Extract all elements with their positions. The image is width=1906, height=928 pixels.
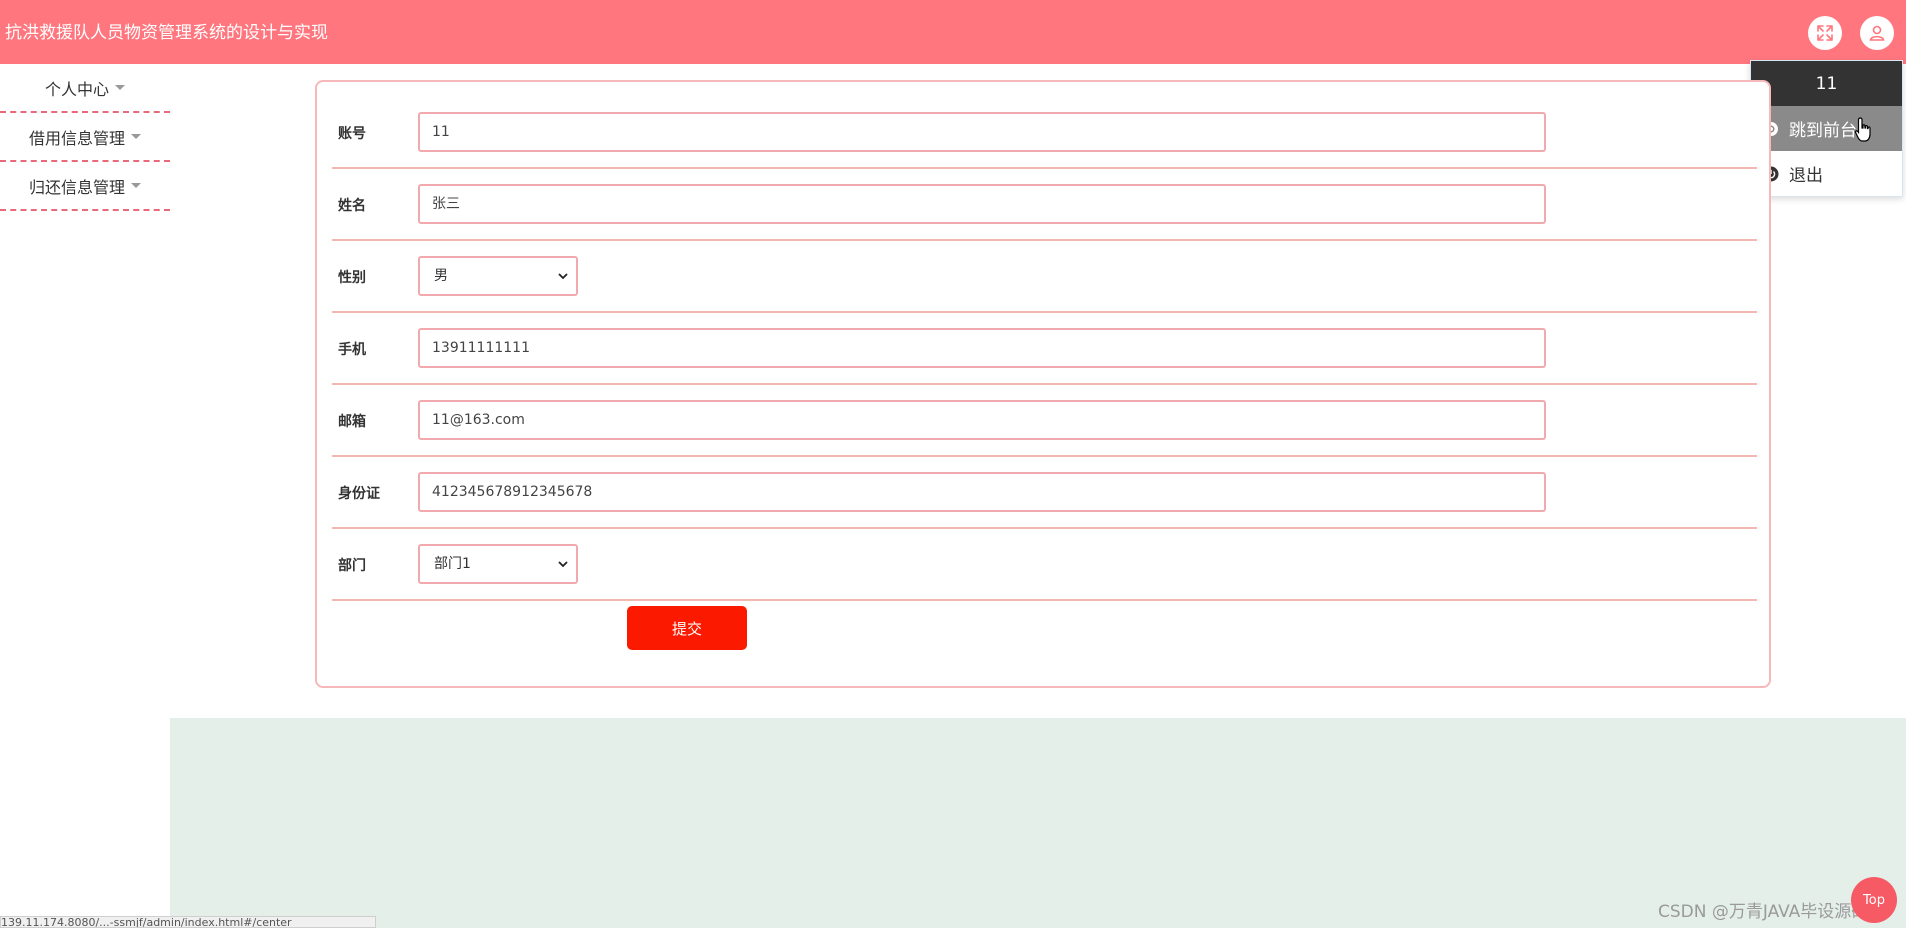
form-row-account: 账号 11: [332, 97, 1757, 169]
watermark-text: CSDN @万青JAVA毕设源码: [1658, 902, 1869, 922]
expand-icon: [1817, 25, 1833, 41]
status-bar-url: 139.11.174.8080/...-ssmjf/admin/index.ht…: [0, 916, 376, 928]
sidebar-item-borrow-management[interactable]: 借用信息管理: [0, 113, 170, 162]
name-input[interactable]: 张三: [418, 184, 1546, 224]
goto-frontend-label: 跳到前台: [1789, 121, 1857, 141]
email-label: 邮箱: [338, 414, 366, 430]
user-dropdown-menu: 11 跳到前台 退出: [1750, 60, 1903, 197]
form-row-phone: 手机 13911111111: [332, 313, 1757, 385]
submit-button[interactable]: 提交: [627, 606, 747, 650]
user-icon: [1869, 25, 1885, 41]
form-row-department: 部门 部门1: [332, 529, 1757, 601]
fullscreen-button[interactable]: [1808, 16, 1842, 50]
back-to-top-button[interactable]: Top: [1851, 877, 1897, 923]
top-navbar: 抗洪救援队人员物资管理系统的设计与实现: [0, 0, 1906, 64]
sidebar: 个人中心 借用信息管理 归还信息管理: [0, 64, 170, 211]
caret-down-icon: [115, 85, 125, 90]
email-input[interactable]: 11@163.com: [418, 400, 1546, 440]
id-card-input[interactable]: 412345678912345678: [418, 472, 1546, 512]
id-card-label: 身份证: [338, 486, 380, 502]
app-title: 抗洪救援队人员物资管理系统的设计与实现: [5, 23, 328, 43]
sidebar-item-return-management[interactable]: 归还信息管理: [0, 162, 170, 211]
name-label: 姓名: [338, 198, 366, 214]
logout-label: 退出: [1789, 166, 1823, 186]
sidebar-item-label: 个人中心: [44, 79, 109, 99]
content-background: [170, 718, 1906, 928]
account-input[interactable]: 11: [418, 112, 1546, 152]
hand-cursor-icon: [1854, 117, 1871, 142]
department-label: 部门: [338, 558, 366, 574]
dropdown-username: 11: [1751, 61, 1902, 106]
profile-form-card: 账号 11 姓名 张三 性别 男 手机 13911111111 邮箱 11@16…: [315, 80, 1771, 688]
phone-input[interactable]: 13911111111: [418, 328, 1546, 368]
caret-down-icon: [131, 183, 141, 188]
sidebar-item-label: 归还信息管理: [28, 177, 125, 197]
account-label: 账号: [338, 126, 366, 142]
form-row-email: 邮箱 11@163.com: [332, 385, 1757, 457]
goto-frontend-menu-item[interactable]: 跳到前台: [1751, 106, 1902, 151]
phone-label: 手机: [338, 342, 366, 358]
chevron-down-icon: [558, 273, 568, 280]
department-select-value: 部门1: [434, 556, 471, 572]
logout-menu-item[interactable]: 退出: [1751, 151, 1902, 196]
chevron-down-icon: [558, 561, 568, 568]
sidebar-item-personal-center[interactable]: 个人中心: [0, 64, 170, 113]
gender-label: 性别: [338, 270, 366, 286]
department-select[interactable]: 部门1: [418, 544, 578, 584]
form-row-id-card: 身份证 412345678912345678: [332, 457, 1757, 529]
sidebar-item-label: 借用信息管理: [28, 128, 125, 148]
form-row-gender: 性别 男: [332, 241, 1757, 313]
form-row-name: 姓名 张三: [332, 169, 1757, 241]
gender-select-value: 男: [434, 268, 448, 284]
user-avatar-button[interactable]: [1860, 16, 1894, 50]
caret-down-icon: [131, 134, 141, 139]
gender-select[interactable]: 男: [418, 256, 578, 296]
